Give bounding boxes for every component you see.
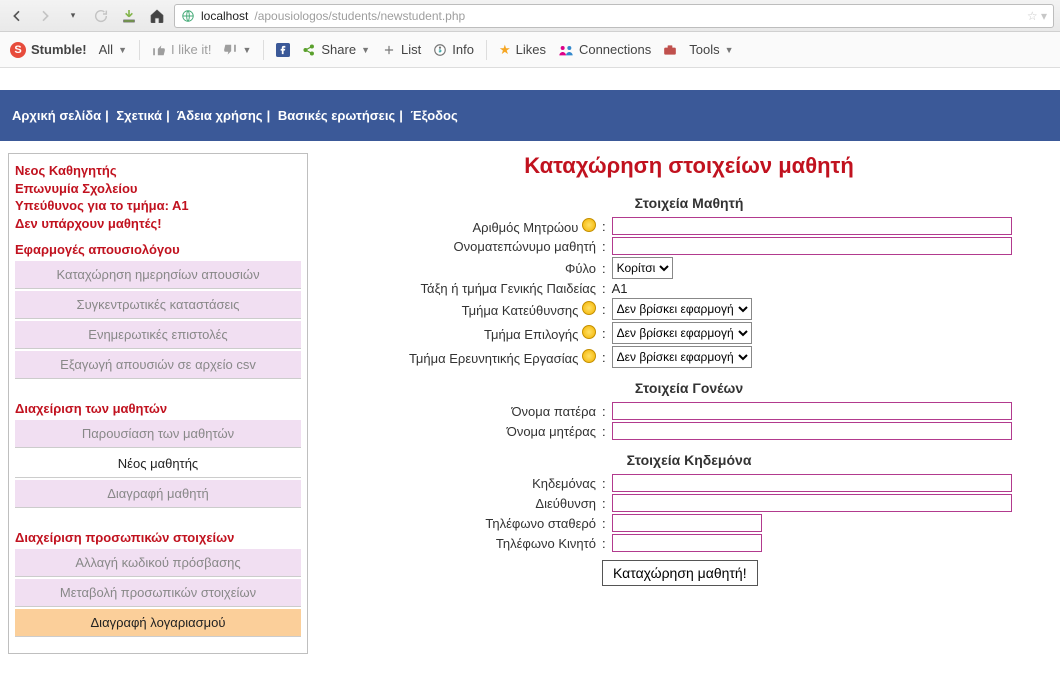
- nav-home[interactable]: Αρχική σελίδα: [12, 108, 101, 123]
- sidebar-item-delete-account[interactable]: Διαγραφή λογαριασμού: [15, 609, 301, 637]
- sidebar-item-record-absences[interactable]: Καταχώρηση ημερησίων απουσιών: [15, 261, 301, 289]
- tools-menu[interactable]: Tools▼: [689, 42, 733, 57]
- input-father[interactable]: [612, 402, 1012, 420]
- label-research: Τμήμα Ερευνητικής Εργασίας: [326, 349, 596, 366]
- help-icon[interactable]: [582, 325, 596, 339]
- stumble-logo-icon: S: [10, 42, 26, 58]
- section-student: Στοιχεία Μαθητή: [326, 195, 1052, 211]
- label-address: Διεύθυνση: [326, 496, 596, 511]
- nav-faq[interactable]: Βασικές ερωτήσεις: [278, 108, 395, 123]
- nav-back-button[interactable]: [6, 5, 28, 27]
- stumble-button[interactable]: S Stumble!: [10, 42, 87, 58]
- sidebar-item-delete-student[interactable]: Διαγραφή μαθητή: [15, 480, 301, 508]
- browser-toolbar: ▾ localhost/apousiologos/students/newstu…: [0, 0, 1060, 32]
- info-button[interactable]: Info: [433, 42, 474, 57]
- sidebar-item-new-student[interactable]: Νέος μαθητής: [15, 450, 301, 478]
- list-button[interactable]: List: [382, 42, 421, 57]
- label-phone: Τηλέφωνο σταθερό: [326, 516, 596, 531]
- label-direction: Τμήμα Κατεύθυνσης: [326, 301, 596, 318]
- input-mobile[interactable]: [612, 534, 762, 552]
- sidebar-group-personal-title: Διαχείριση προσωπικών στοιχείων: [15, 530, 301, 545]
- sidebar-group-absences-title: Εφαρμογές απουσιολόγου: [15, 242, 301, 257]
- main-content: Καταχώρηση στοιχείων μαθητή Στοιχεία Μαθ…: [326, 153, 1052, 586]
- help-icon[interactable]: [582, 218, 596, 232]
- input-phone[interactable]: [612, 514, 762, 532]
- submit-button[interactable]: Καταχώρηση μαθητή!: [602, 560, 758, 586]
- url-host: localhost: [201, 9, 248, 23]
- help-icon[interactable]: [582, 349, 596, 363]
- sidebar-item-list-students[interactable]: Παρουσίαση των μαθητών: [15, 420, 301, 448]
- section-parents: Στοιχεία Γονέων: [326, 380, 1052, 396]
- input-address[interactable]: [612, 494, 1012, 512]
- help-icon[interactable]: [582, 301, 596, 315]
- sidebar-item-summaries[interactable]: Συγκεντρωτικές καταστάσεις: [15, 291, 301, 319]
- globe-icon: [181, 9, 195, 23]
- url-path: /apousiologos/students/newstudent.php: [254, 9, 465, 23]
- sidebar-item-edit-personal[interactable]: Μεταβολή προσωπικών στοιχείων: [15, 579, 301, 607]
- label-mother: Όνομα μητέρας: [326, 424, 596, 439]
- connections-button[interactable]: Connections: [558, 42, 651, 57]
- label-class: Τάξη ή τμήμα Γενικής Παιδείας: [326, 281, 596, 296]
- address-bar[interactable]: localhost/apousiologos/students/newstude…: [174, 4, 1054, 28]
- sidebar: Νεος Καθηγητής Επωνυμία Σχολείου Υπεύθυν…: [8, 153, 308, 654]
- label-guardian: Κηδεμόνας: [326, 476, 596, 491]
- people-icon: [558, 44, 574, 56]
- input-mother[interactable]: [612, 422, 1012, 440]
- label-fullname: Ονοματεπώνυμο μαθητή: [326, 239, 596, 254]
- nav-forward-button[interactable]: [34, 5, 56, 27]
- label-gender: Φύλο: [326, 261, 596, 276]
- select-research[interactable]: Δεν βρίσκει εφαρμογή: [612, 346, 752, 368]
- section-guardian: Στοιχεία Κηδεμόνα: [326, 452, 1052, 468]
- input-am[interactable]: [612, 217, 1012, 235]
- sidebar-item-letters[interactable]: Ενημερωτικές επιστολές: [15, 321, 301, 349]
- label-am: Αριθμός Μητρώου: [326, 218, 596, 235]
- download-button[interactable]: [118, 5, 140, 27]
- label-father: Όνομα πατέρα: [326, 404, 596, 419]
- value-class: Α1: [612, 281, 628, 296]
- app-header: Αρχική σελίδα| Σχετικά| Άδεια χρήσης| Βα…: [0, 90, 1060, 141]
- nav-license[interactable]: Άδεια χρήσης: [177, 108, 263, 123]
- input-fullname[interactable]: [612, 237, 1012, 255]
- sidebar-item-export-csv[interactable]: Εξαγωγή απουσιών σε αρχείο csv: [15, 351, 301, 379]
- page-title: Καταχώρηση στοιχείων μαθητή: [326, 153, 1052, 179]
- thumb-down-button[interactable]: ▼: [223, 43, 251, 57]
- stumble-toolbar: S Stumble! All▼ I like it! ▼ Share▼ List…: [0, 32, 1060, 68]
- reload-button[interactable]: [90, 5, 112, 27]
- stumble-all[interactable]: All▼: [99, 42, 127, 57]
- share-button[interactable]: Share▼: [302, 42, 370, 57]
- history-dropdown[interactable]: ▾: [62, 5, 84, 27]
- select-gender[interactable]: Κορίτσι: [612, 257, 673, 279]
- input-guardian[interactable]: [612, 474, 1012, 492]
- toolbox-button[interactable]: [663, 44, 677, 56]
- home-button[interactable]: [146, 5, 168, 27]
- select-choice[interactable]: Δεν βρίσκει εφαρμογή: [612, 322, 752, 344]
- sidebar-item-change-password[interactable]: Αλλαγή κωδικού πρόσβασης: [15, 549, 301, 577]
- nav-about[interactable]: Σχετικά: [116, 108, 162, 123]
- sidebar-group-students-title: Διαχείριση των μαθητών: [15, 401, 301, 416]
- facebook-button[interactable]: [276, 43, 290, 57]
- likes-button[interactable]: ★Likes: [499, 42, 546, 58]
- select-direction[interactable]: Δεν βρίσκει εφαρμογή: [612, 298, 752, 320]
- bookmark-star-icon[interactable]: ☆ ▾: [1027, 9, 1047, 23]
- nav-logout[interactable]: Έξοδος: [410, 108, 457, 123]
- label-mobile: Τηλέφωνο Κινητό: [326, 536, 596, 551]
- thumb-up-button[interactable]: I like it!: [152, 42, 211, 57]
- label-choice: Τμήμα Επιλογής: [326, 325, 596, 342]
- sidebar-status: Νεος Καθηγητής Επωνυμία Σχολείου Υπεύθυν…: [15, 162, 301, 232]
